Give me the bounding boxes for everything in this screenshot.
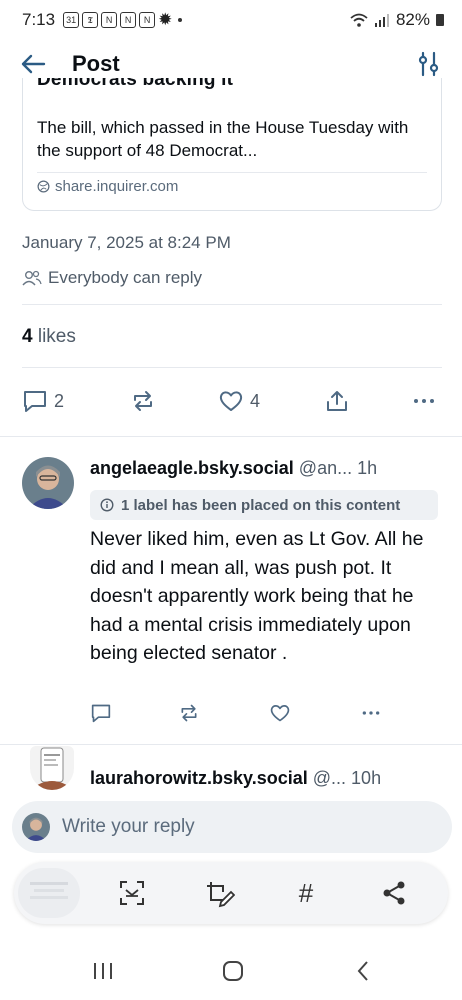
link-card-description: The bill, which passed in the House Tues… <box>37 118 409 160</box>
divider <box>0 436 462 437</box>
reply-display-handle: angelaeagle.bsky.social <box>90 458 294 478</box>
speech-bubble-icon <box>24 391 46 412</box>
post-action-bar: 2 4 <box>22 385 442 417</box>
thread-settings-button[interactable] <box>414 50 442 78</box>
page-title: Post <box>72 51 120 76</box>
reply-count: 2 <box>54 390 65 411</box>
calendar-notification-icon: 31 <box>63 12 80 28</box>
people-icon <box>22 270 42 286</box>
reply-author[interactable]: laurahorowitz.bsky.social @... 10h <box>90 768 381 789</box>
speech-bubble-icon <box>91 704 111 723</box>
signal-icon <box>374 14 389 27</box>
likes-count: 4 <box>22 326 33 347</box>
avatar-image <box>22 457 74 509</box>
news-notification-icon: 𝕿 <box>82 12 99 28</box>
more-notifications-dot <box>178 18 183 22</box>
ellipsis-icon <box>362 711 380 715</box>
recent-apps-button[interactable] <box>88 956 118 986</box>
home-button[interactable] <box>218 956 248 986</box>
back-button[interactable] <box>20 49 50 79</box>
likes-label: likes <box>37 326 76 347</box>
reply-display-handle: laurahorowitz.bsky.social <box>90 768 308 788</box>
reply-time: 10h <box>351 768 382 788</box>
reply-button[interactable]: 2 <box>22 389 64 413</box>
upload-icon <box>327 391 347 411</box>
arrow-left-icon <box>21 54 46 74</box>
like-button[interactable] <box>269 703 291 723</box>
chevron-left-icon <box>357 961 368 981</box>
more-options-button[interactable] <box>412 389 436 413</box>
reply-button[interactable] <box>90 703 112 723</box>
battery-icon <box>436 14 444 26</box>
hashtag-icon: # <box>298 877 314 908</box>
heart-icon <box>270 705 290 722</box>
system-navigation-bar <box>0 940 462 1000</box>
reply-composer[interactable]: Write your reply <box>12 801 452 853</box>
edit-capture-button[interactable] <box>204 877 236 909</box>
globe-icon <box>37 180 50 193</box>
status-time: 7:13 <box>22 10 56 29</box>
repost-button[interactable] <box>178 703 200 723</box>
reply-handle: @an... <box>298 458 353 478</box>
hashtag-button[interactable]: # <box>290 877 322 909</box>
content-label-badge[interactable]: 1 label has been placed on this content <box>90 490 438 520</box>
reply-setting-label: Everybody can reply <box>48 268 203 287</box>
divider <box>22 367 442 368</box>
app-notification-icon: N <box>120 12 137 28</box>
scan-icon <box>120 881 144 905</box>
link-card-title: Democrats backing it <box>37 78 234 90</box>
crop-edit-icon <box>207 882 235 908</box>
link-card-divider <box>37 172 427 173</box>
external-link-card[interactable]: Democrats backing it The bill, which pas… <box>22 78 442 211</box>
avatar[interactable] <box>30 746 74 790</box>
link-card-domain-row: share.inquirer.com <box>37 178 178 195</box>
composer-placeholder: Write your reply <box>62 816 195 837</box>
heart-icon <box>219 391 243 411</box>
divider <box>0 744 462 745</box>
sliders-icon <box>418 51 439 77</box>
settings-notification-icon: ✹ <box>158 10 173 29</box>
reply-time: 1h <box>357 458 378 478</box>
app-notification-icon: N <box>139 12 156 28</box>
avatar <box>22 813 50 841</box>
reply-author[interactable]: angelaeagle.bsky.social @an... 1h <box>90 458 377 479</box>
like-count: 4 <box>250 390 261 411</box>
scan-text-button[interactable] <box>116 877 148 909</box>
reply-handle: @... <box>312 768 347 788</box>
post-timestamp: January 7, 2025 at 8:24 PM <box>22 233 231 252</box>
floating-toolbar: # <box>14 862 448 924</box>
repost-icon <box>181 704 197 722</box>
share-button[interactable] <box>324 389 350 413</box>
avatar-image <box>30 746 74 790</box>
info-circle-icon <box>100 498 114 512</box>
divider <box>22 304 442 305</box>
share-button[interactable] <box>378 877 410 909</box>
ellipsis-icon <box>414 399 434 403</box>
repost-button[interactable] <box>130 389 156 413</box>
reply-action-bar <box>90 703 440 729</box>
reply-body: Never liked him, even as Lt Gov. All he … <box>90 528 424 664</box>
battery-percent: 82% <box>395 10 430 29</box>
like-button[interactable]: 4 <box>218 389 260 413</box>
repost-icon <box>134 391 152 411</box>
wifi-icon <box>350 13 368 27</box>
share-nodes-icon <box>383 881 405 905</box>
recent-apps-icon <box>94 963 112 979</box>
thumbnail-preview[interactable] <box>18 868 80 918</box>
status-bar: 7:13 31 𝕿 N N N ✹ 82% <box>0 0 462 40</box>
likes-summary[interactable]: 4 likes <box>22 326 76 348</box>
back-nav-button[interactable] <box>348 956 378 986</box>
link-card-domain: share.inquirer.com <box>55 178 179 195</box>
avatar[interactable] <box>22 457 74 509</box>
more-options-button[interactable] <box>360 703 382 723</box>
avatar-image <box>22 813 50 841</box>
reply-setting[interactable]: Everybody can reply <box>22 268 202 288</box>
home-icon <box>223 961 243 981</box>
content-label-text: 1 label has been placed on this content <box>121 496 401 514</box>
app-notification-icon: N <box>101 12 118 28</box>
